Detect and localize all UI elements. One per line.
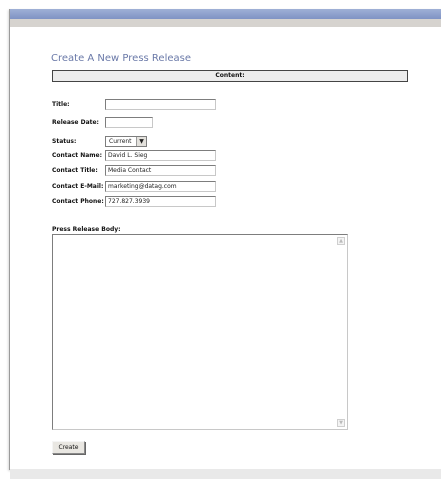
window-toolbar-strip <box>10 19 441 27</box>
release-date-input[interactable] <box>105 117 153 128</box>
contact-title-label: Contact Title: <box>52 167 98 174</box>
contact-name-input[interactable]: David L. Sieg <box>105 150 216 161</box>
release-date-label: Release Date: <box>52 119 99 126</box>
title-label: Title: <box>52 101 70 108</box>
status-selected-value: Current <box>109 138 132 145</box>
scroll-up-arrow-icon[interactable]: ▲ <box>337 237 345 245</box>
press-release-body-label: Press Release Body: <box>52 226 121 233</box>
contact-name-label: Contact Name: <box>52 152 103 159</box>
contact-phone-label: Contact Phone: <box>52 198 104 205</box>
chevron-down-icon[interactable]: ▼ <box>136 137 146 146</box>
contact-phone-input[interactable]: 727.827.3939 <box>105 196 216 207</box>
title-input[interactable] <box>105 99 216 110</box>
window-title-bar <box>10 9 441 19</box>
contact-title-input[interactable]: Media Contact <box>105 165 216 176</box>
contact-email-label: Contact E-Mail: <box>52 183 104 190</box>
status-select[interactable]: Current ▼ <box>105 136 147 147</box>
create-button[interactable]: Create <box>52 441 85 454</box>
scroll-down-arrow-icon[interactable]: ▼ <box>337 419 345 427</box>
press-release-body-textarea[interactable]: ▲ ▼ <box>52 234 348 430</box>
status-label: Status: <box>52 138 77 145</box>
textarea-scrollbar[interactable]: ▲ ▼ <box>337 237 345 427</box>
window-bottom-shadow <box>10 469 441 479</box>
contact-email-input[interactable]: marketing@datag.com <box>105 181 216 192</box>
page-title: Create A New Press Release <box>51 53 191 64</box>
content-section-header: Content: <box>52 70 408 82</box>
